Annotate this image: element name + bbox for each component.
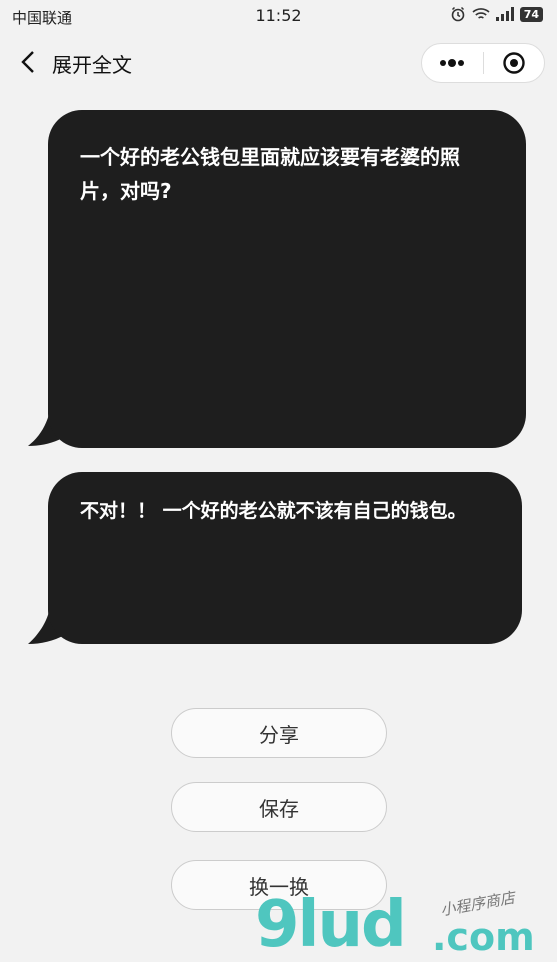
signal-icon <box>495 7 514 21</box>
alarm-icon <box>451 6 464 22</box>
close-mini-program-button[interactable] <box>484 44 545 82</box>
back-button[interactable] <box>16 48 44 76</box>
wifi-icon <box>472 8 490 19</box>
page-title: 展开全文 <box>52 53 132 77</box>
target-icon <box>503 52 525 74</box>
navbar: 展开全文 <box>0 38 557 88</box>
chevron-left-icon <box>21 51 34 73</box>
more-menu-button[interactable] <box>422 44 483 82</box>
watermark-domain: .com <box>432 915 535 959</box>
more-dots-icon <box>440 59 465 67</box>
question-text: 一个好的老公钱包里面就应该要有老婆的照片，对吗? <box>80 145 460 203</box>
watermark-logo: 9lud <box>255 888 407 962</box>
answer-text: 不对！！ 一个好的老公就不该有自己的钱包。 <box>80 500 467 522</box>
battery-icon: 74 <box>519 6 543 22</box>
status-bar: 中国联通 11:52 74 <box>0 0 557 32</box>
share-button[interactable]: 分享 <box>171 708 387 758</box>
question-bubble: 一个好的老公钱包里面就应该要有老婆的照片，对吗? <box>48 110 526 448</box>
answer-bubble: 不对！！ 一个好的老公就不该有自己的钱包。 <box>48 472 522 644</box>
mini-program-capsule <box>421 43 545 83</box>
save-button[interactable]: 保存 <box>171 782 387 832</box>
status-icons: 74 <box>450 6 543 22</box>
